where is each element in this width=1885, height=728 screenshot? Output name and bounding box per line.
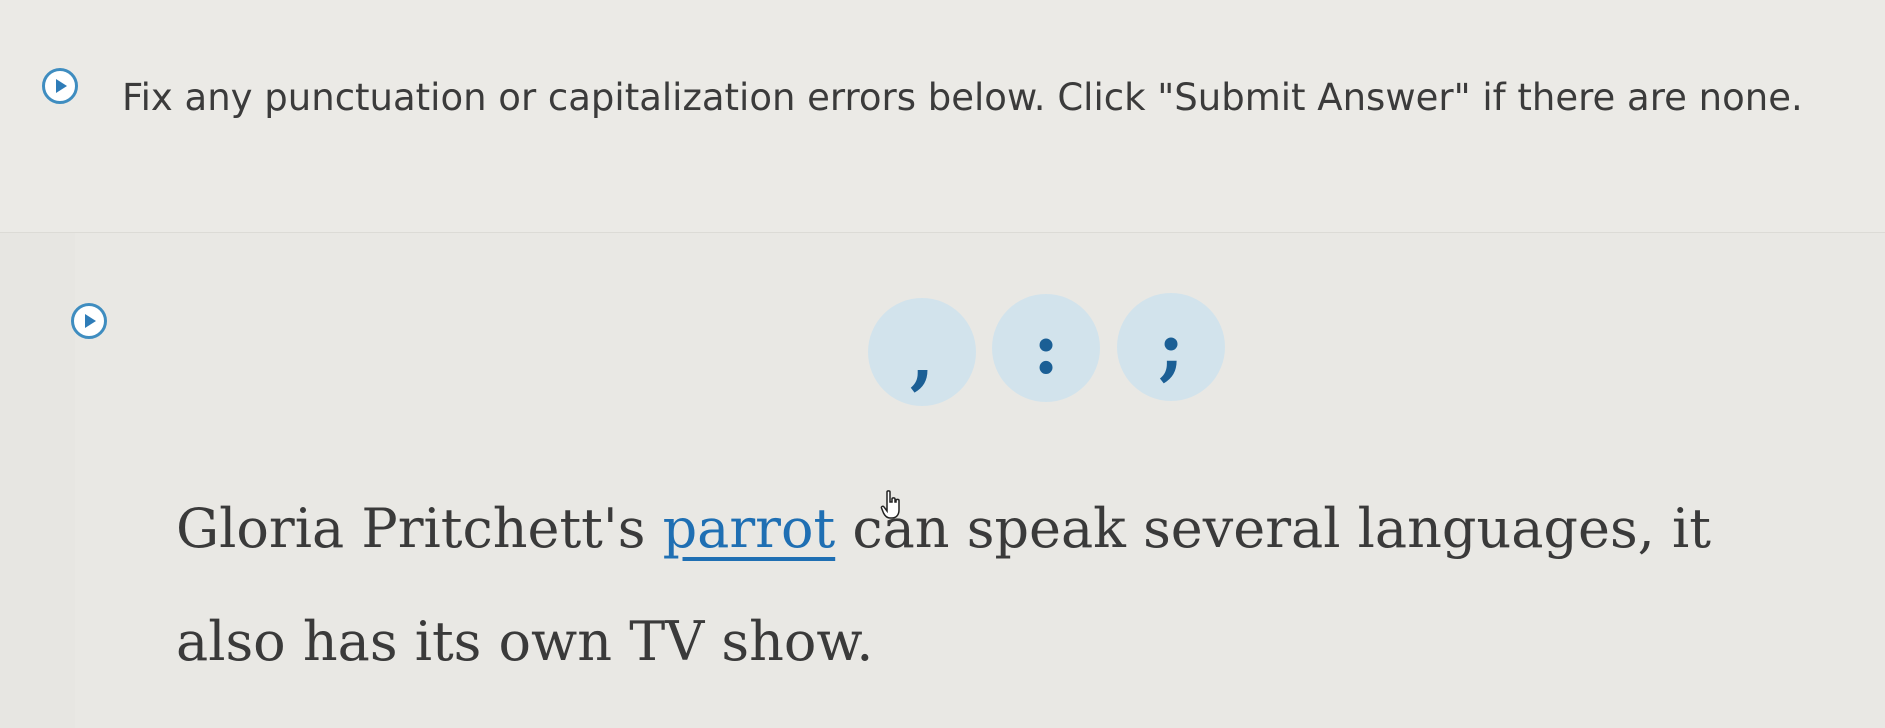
instructions-text: Fix any punctuation or capitalization er…: [122, 76, 1803, 119]
play-icon: [85, 314, 96, 328]
play-instructions-button[interactable]: [42, 68, 78, 104]
play-question-button[interactable]: [71, 303, 107, 339]
sentence-text-before[interactable]: Gloria Pritchett's: [176, 497, 663, 560]
insert-colon-button[interactable]: :: [992, 294, 1100, 402]
semicolon-symbol: ;: [1158, 305, 1184, 389]
insert-semicolon-button[interactable]: ;: [1117, 293, 1225, 401]
play-icon: [56, 79, 67, 93]
question-sentence: Gloria Pritchett's parrot can speak seve…: [176, 472, 1826, 698]
insert-comma-button[interactable]: ,: [868, 298, 976, 406]
selected-word[interactable]: parrot: [663, 497, 836, 560]
instructions-panel: Fix any punctuation or capitalization er…: [0, 0, 1885, 233]
comma-symbol: ,: [909, 314, 935, 398]
colon-symbol: :: [1033, 306, 1059, 390]
